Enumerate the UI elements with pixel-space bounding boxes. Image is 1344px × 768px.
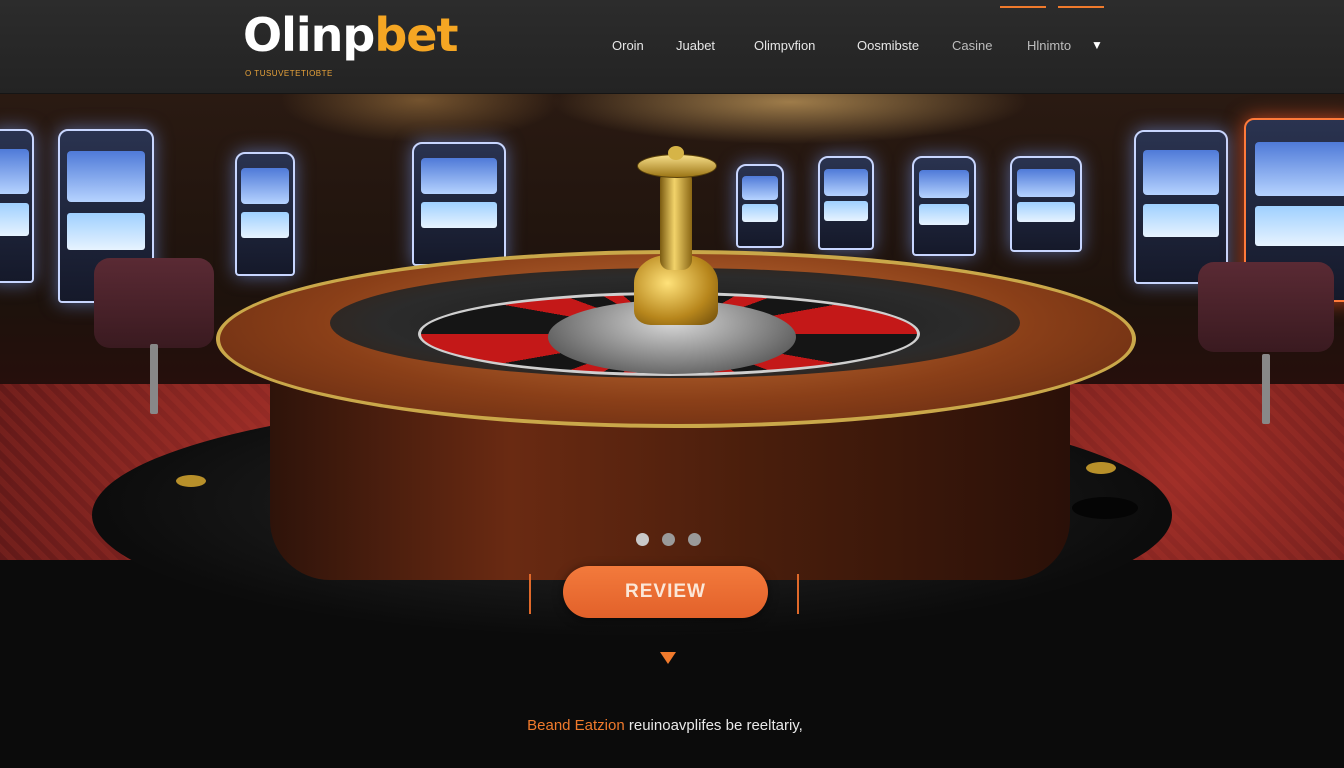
cta-divider-right	[797, 574, 799, 614]
chair-stem	[1262, 354, 1270, 424]
base-bolt	[1086, 462, 1116, 474]
base-slot	[1072, 497, 1138, 519]
roulette-turret	[660, 170, 692, 270]
nav-item-hlnimto[interactable]: Hlnimto	[1027, 38, 1071, 53]
caret-down-icon[interactable]	[660, 652, 676, 664]
chevron-down-icon[interactable]: ▼	[1091, 38, 1103, 52]
tagline-text: Beand Eatzion reuinoavplifes be reeltari…	[0, 717, 1330, 734]
base-bolt	[176, 475, 206, 487]
review-button[interactable]: REVIEW	[563, 566, 768, 618]
roulette-turret-knob	[668, 146, 684, 160]
nav-item-olimpvfion[interactable]: Olimpvfion	[754, 38, 815, 53]
slot-machine	[412, 142, 506, 266]
brand-logo[interactable]: Olinpbet	[243, 12, 458, 58]
footer-brand: Beand Eatzion	[527, 717, 625, 734]
nav-item-oosmibste[interactable]: Oosmibste	[857, 38, 919, 53]
slot-machine	[1010, 156, 1082, 252]
carousel-dot-2[interactable]	[662, 533, 675, 546]
slot-machine	[736, 164, 784, 248]
carousel-dot-3[interactable]	[688, 533, 701, 546]
nav-item-casine[interactable]: Casine	[952, 38, 992, 53]
chair-stem	[150, 344, 158, 414]
slot-machine	[818, 156, 874, 250]
carousel-dot-1[interactable]	[636, 533, 649, 546]
main-nav: Oroin Juabet Olimpvfion Oosmibste Casine…	[600, 0, 1320, 93]
slot-machine	[0, 129, 34, 283]
footer-description: reuinoavplifes be reeltariy,	[628, 717, 803, 734]
nav-item-oroin[interactable]: Oroin	[612, 38, 644, 53]
cta-divider-left	[529, 574, 531, 614]
slot-machine	[912, 156, 976, 256]
site-header: Olinpbet O TUSUVETETIOBTE Oroin Juabet O…	[0, 0, 1344, 94]
nav-item-juabet[interactable]: Juabet	[676, 38, 715, 53]
logo-accent-text: bet	[374, 8, 458, 62]
logo-tagline: O TUSUVETETIOBTE	[245, 69, 333, 78]
slot-machine	[1134, 130, 1228, 284]
nav-accent-line	[1000, 6, 1046, 8]
logo-main-text: Olinp	[243, 8, 375, 62]
slot-machine	[235, 152, 295, 276]
casino-chair	[1198, 262, 1334, 352]
nav-accent-line	[1058, 6, 1104, 8]
casino-chair	[94, 258, 214, 348]
